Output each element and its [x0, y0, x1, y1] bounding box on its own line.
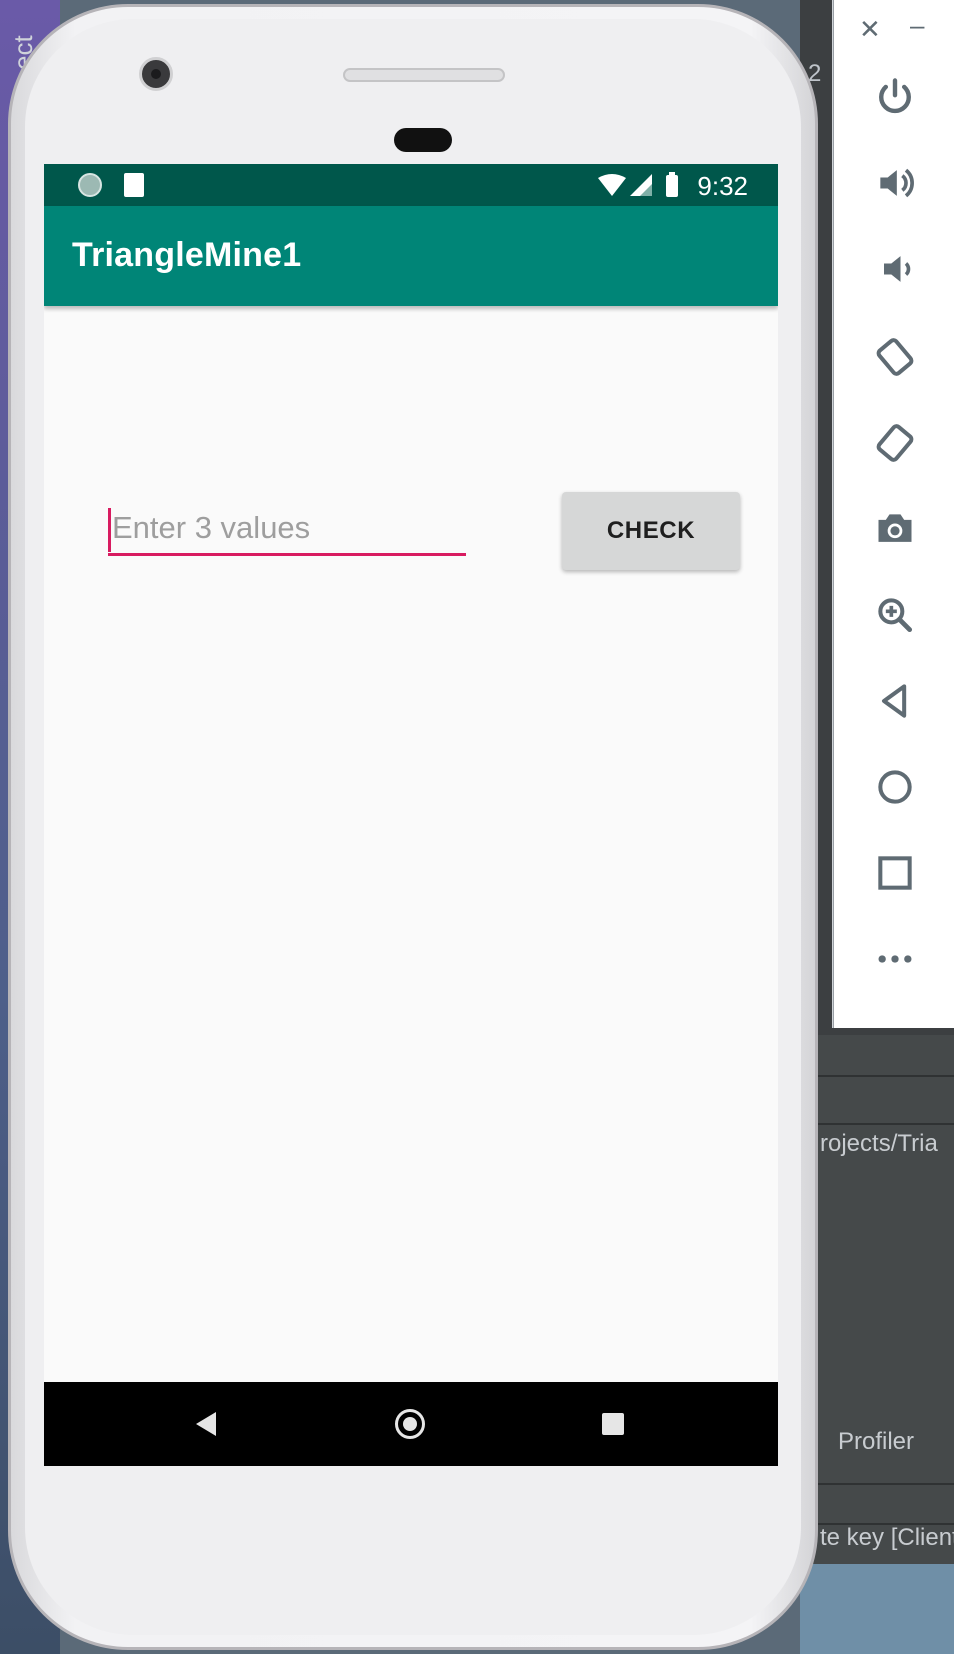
rotate-right-icon[interactable] — [872, 420, 918, 466]
values-input[interactable] — [110, 504, 468, 552]
navigation-bar — [44, 1382, 778, 1466]
back-icon[interactable] — [196, 1412, 216, 1436]
app-title: TriangleMine1 — [72, 236, 302, 274]
text-cursor — [108, 508, 111, 552]
input-underline — [108, 553, 466, 556]
back-icon[interactable] — [872, 678, 918, 724]
volume-down-icon[interactable] — [872, 246, 918, 292]
status-bar: 9:32 — [44, 164, 778, 206]
home-icon[interactable] — [872, 764, 918, 810]
proximity-sensor — [394, 128, 452, 152]
ide-bottom-bar — [800, 1564, 954, 1654]
camera-icon[interactable] — [872, 506, 918, 552]
minimize-icon[interactable]: – — [910, 10, 924, 41]
more-icon[interactable] — [872, 936, 918, 982]
close-icon[interactable]: ✕ — [859, 14, 881, 45]
device-screen: 9:32 TriangleMine1 CHECK — [44, 164, 778, 1466]
wifi-icon — [598, 174, 626, 196]
sync-icon — [78, 173, 102, 197]
recents-icon[interactable] — [602, 1413, 624, 1435]
emulator-titlebar: ✕ – — [834, 10, 954, 45]
emulator-control-panel: ✕ – — [833, 0, 954, 1028]
app-bar: TriangleMine1 — [44, 206, 778, 306]
project-path-fragment: rojects/Tria — [820, 1130, 938, 1157]
power-icon[interactable] — [872, 74, 918, 120]
check-button[interactable]: CHECK — [562, 492, 740, 570]
earpiece-speaker — [343, 68, 505, 82]
home-icon[interactable] — [395, 1409, 425, 1439]
values-input-container[interactable] — [108, 504, 468, 556]
status-fragment: te key [Client — [820, 1524, 954, 1551]
rotate-left-icon[interactable] — [872, 334, 918, 380]
sd-card-icon — [124, 173, 144, 197]
overview-icon[interactable] — [872, 850, 918, 896]
volume-up-icon[interactable] — [872, 160, 918, 206]
zoom-icon[interactable] — [872, 592, 918, 638]
battery-icon — [666, 175, 678, 197]
front-camera — [139, 57, 173, 91]
status-time: 9:32 — [697, 171, 748, 201]
profiler-tab[interactable]: Profiler — [838, 1428, 914, 1456]
status-icons — [598, 172, 678, 197]
